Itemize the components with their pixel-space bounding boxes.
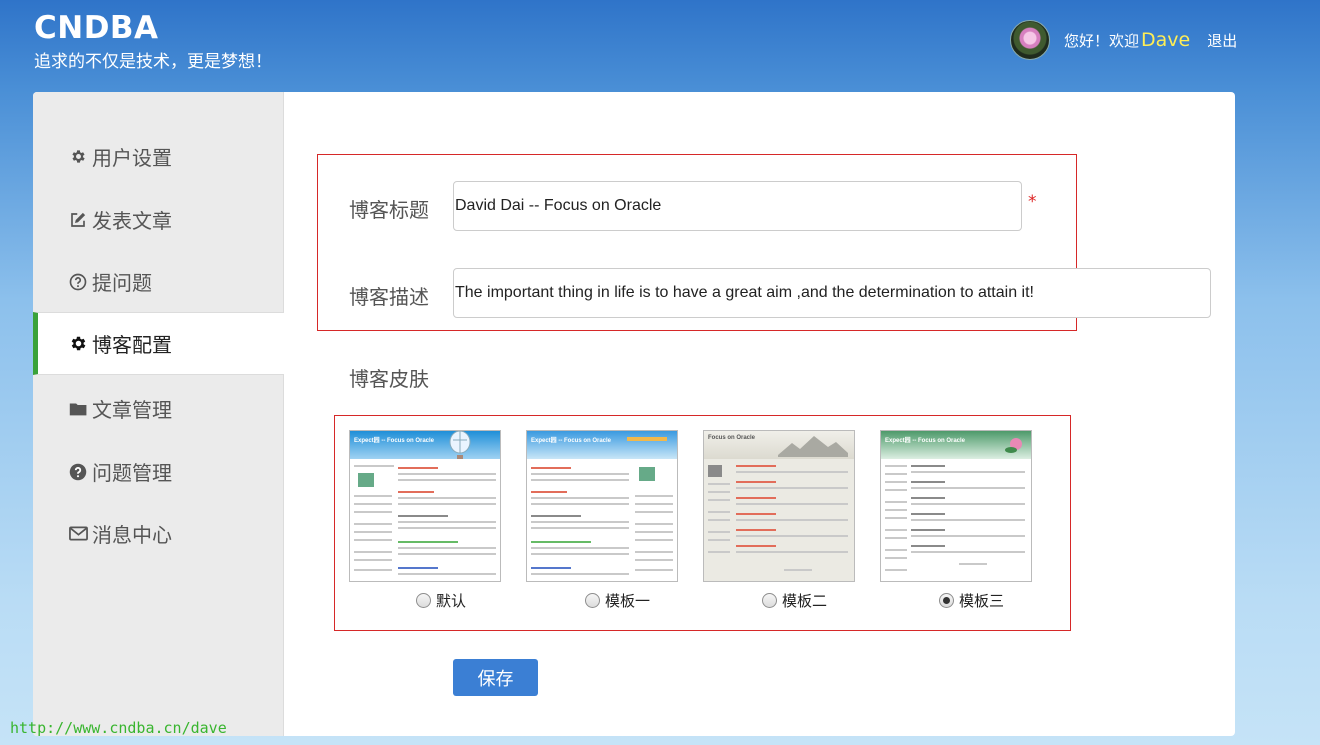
blog-skin-label: 博客皮肤 [349,367,429,391]
radio-label: 模板三 [959,592,1005,610]
skin-radio-template-2[interactable]: 模板二 [762,590,827,611]
sidebar-item-label: 问题管理 [92,461,172,485]
sidebar-item-ask-question[interactable]: 提问题 [33,250,283,313]
username-link[interactable]: Dave [1141,29,1190,51]
skin-radio-template-1[interactable]: 模板一 [585,590,650,611]
sidebar-item-label: 博客配置 [92,333,172,357]
mountain-icon [778,436,848,457]
skin-thumb-template-3[interactable]: Expect园 -- Focus on Oracle [880,430,1032,582]
avatar[interactable] [1010,20,1050,60]
blog-desc-input[interactable] [453,268,1211,318]
sidebar-item-message-center[interactable]: 消息中心 [33,502,283,565]
sidebar-item-label: 消息中心 [92,523,172,547]
greeting-text: 您好！欢迎 [1064,31,1140,50]
question-icon [68,462,88,482]
sidebar-item-label: 文章管理 [92,398,172,422]
sidebar: 用户设置 发表文章 提问题 博客配置 文章管理 问题管理 消息中心 [33,92,284,736]
radio-button-checked[interactable] [939,593,954,608]
sidebar-item-label: 提问题 [92,271,152,295]
skin-thumb-title: Expect园 -- Focus on Oracle [354,438,435,444]
folder-icon [68,399,88,419]
sidebar-item-question-manage[interactable]: 问题管理 [33,440,283,503]
sidebar-item-label: 发表文章 [92,209,172,233]
radio-button[interactable] [585,593,600,608]
edit-icon [68,210,88,230]
logout-link[interactable]: 退出 [1207,30,1237,51]
skin-thumb-template-1[interactable]: Expect园 -- Focus on Oracle [526,430,678,582]
gear-icon [68,147,88,167]
save-button[interactable]: 保存 [453,659,538,696]
sidebar-item-user-settings[interactable]: 用户设置 [33,125,283,188]
user-area: 您好！欢迎 Dave 退出 [1010,20,1237,60]
gear-icon [68,334,88,354]
sidebar-item-article-manage[interactable]: 文章管理 [33,377,283,440]
sidebar-item-post-article[interactable]: 发表文章 [33,188,283,251]
radio-button[interactable] [762,593,777,608]
radio-label: 模板二 [782,592,828,610]
site-slogan: 追求的不仅是技术，更是梦想！ [34,52,272,72]
footer-watermark-url: http://www.cndba.cn/dave [10,719,227,737]
radio-label: 模板一 [605,592,651,610]
site-logo-title[interactable]: CNDBA [34,10,159,46]
required-mark: * [1028,192,1037,212]
envelope-icon [68,524,88,544]
sidebar-item-blog-config[interactable]: 博客配置 [33,312,284,375]
skin-radio-template-3[interactable]: 模板三 [939,590,1004,611]
question-circle-icon [68,272,88,292]
skin-radio-default[interactable]: 默认 [416,590,466,611]
radio-label: 默认 [436,592,467,610]
blog-title-input[interactable] [453,181,1022,231]
skin-thumb-template-2[interactable]: Focus on Oracle [703,430,855,582]
radio-button[interactable] [416,593,431,608]
lotus-icon [1005,438,1022,453]
blog-desc-label: 博客描述 [349,285,429,309]
skin-thumb-title: Expect园 -- Focus on Oracle [531,438,612,444]
skin-thumb-default[interactable]: Expect园 -- Focus on Oracle [349,430,501,582]
skin-thumb-title: Focus on Oracle [708,435,756,441]
balloon-icon [449,431,471,460]
sidebar-item-label: 用户设置 [92,146,172,170]
blog-title-label: 博客标题 [349,198,429,222]
skin-thumb-title: Expect园 -- Focus on Oracle [885,438,966,444]
